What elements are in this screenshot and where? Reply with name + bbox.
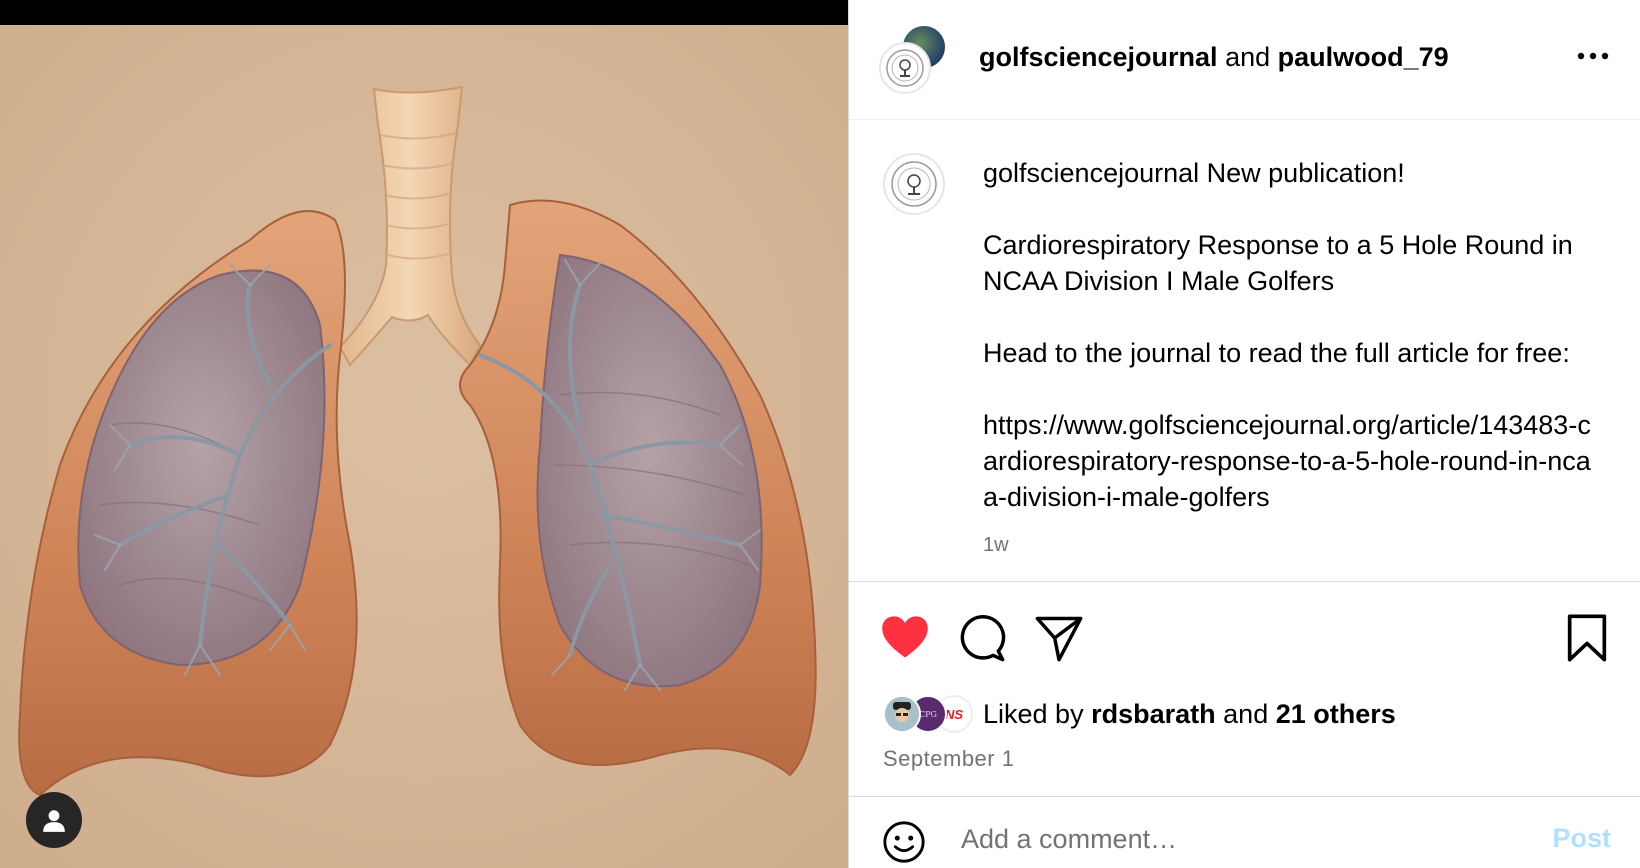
caption-avatar[interactable]	[883, 153, 945, 215]
emoji-icon[interactable]	[881, 819, 927, 865]
journal-logo-icon	[886, 49, 924, 87]
caption-cta: Head to the journal to read the full art…	[983, 338, 1570, 368]
likes-summary[interactable]: CPG NS Liked by rdsbarath and 21 others	[883, 692, 1396, 736]
more-options-icon[interactable]	[1573, 44, 1613, 68]
post-header: golfsciencejournal and paulwood_79	[849, 0, 1640, 120]
tagged-users-button[interactable]	[26, 792, 82, 848]
journal-logo-icon	[891, 161, 937, 207]
send-icon[interactable]	[1033, 612, 1085, 664]
caption-scroll-area[interactable]: golfsciencejournal New publication! Card…	[849, 121, 1640, 581]
liked-by-joiner: and	[1223, 698, 1269, 729]
comment-bar: Post	[849, 796, 1640, 868]
caption-line1: New publication!	[1206, 158, 1405, 188]
liked-by-prefix: Liked by	[983, 698, 1084, 729]
lungs-illustration	[0, 25, 848, 868]
collab-avatars[interactable]	[879, 24, 951, 94]
liked-by-others[interactable]: 21 others	[1276, 699, 1396, 729]
user-icon	[43, 810, 65, 832]
comment-icon[interactable]	[955, 612, 1007, 664]
author-joiner: and	[1225, 42, 1271, 72]
avatar-golfsciencejournal[interactable]	[879, 42, 931, 94]
media-top-bar	[0, 0, 848, 25]
author-username-1[interactable]: golfsciencejournal	[979, 42, 1218, 72]
post-date[interactable]: September 1	[883, 746, 1014, 772]
post-author-line: golfsciencejournal and paulwood_79	[979, 40, 1449, 74]
post-comment-button[interactable]: Post	[1552, 823, 1611, 854]
liker-face-icon	[885, 697, 919, 731]
caption-title: Cardiorespiratory Response to a 5 Hole R…	[983, 230, 1573, 296]
caption-text: golfsciencejournal New publication! Card…	[983, 155, 1595, 563]
caption-username[interactable]: golfsciencejournal	[983, 158, 1199, 188]
caption-timestamp[interactable]: 1w	[983, 527, 1595, 563]
action-bar: CPG NS Liked by rdsbarath and 21 others …	[849, 581, 1640, 796]
liked-by-text: Liked by rdsbarath and 21 others	[983, 699, 1396, 730]
caption-link[interactable]: https://www.golfsciencejournal.org/artic…	[983, 407, 1595, 515]
liker-badge-2: CPG	[919, 709, 937, 719]
liker-badge-3: NS	[944, 706, 964, 722]
author-username-2[interactable]: paulwood_79	[1278, 42, 1449, 72]
heart-filled-icon[interactable]	[879, 612, 931, 664]
post-media[interactable]	[0, 0, 848, 868]
bookmark-icon[interactable]	[1561, 612, 1613, 664]
liked-by-user[interactable]: rdsbarath	[1091, 699, 1216, 729]
comment-input[interactable]	[961, 819, 1521, 859]
post-panel: golfsciencejournal and paulwood_79 golfs…	[848, 0, 1640, 868]
liker-avatar-1[interactable]	[883, 695, 921, 733]
